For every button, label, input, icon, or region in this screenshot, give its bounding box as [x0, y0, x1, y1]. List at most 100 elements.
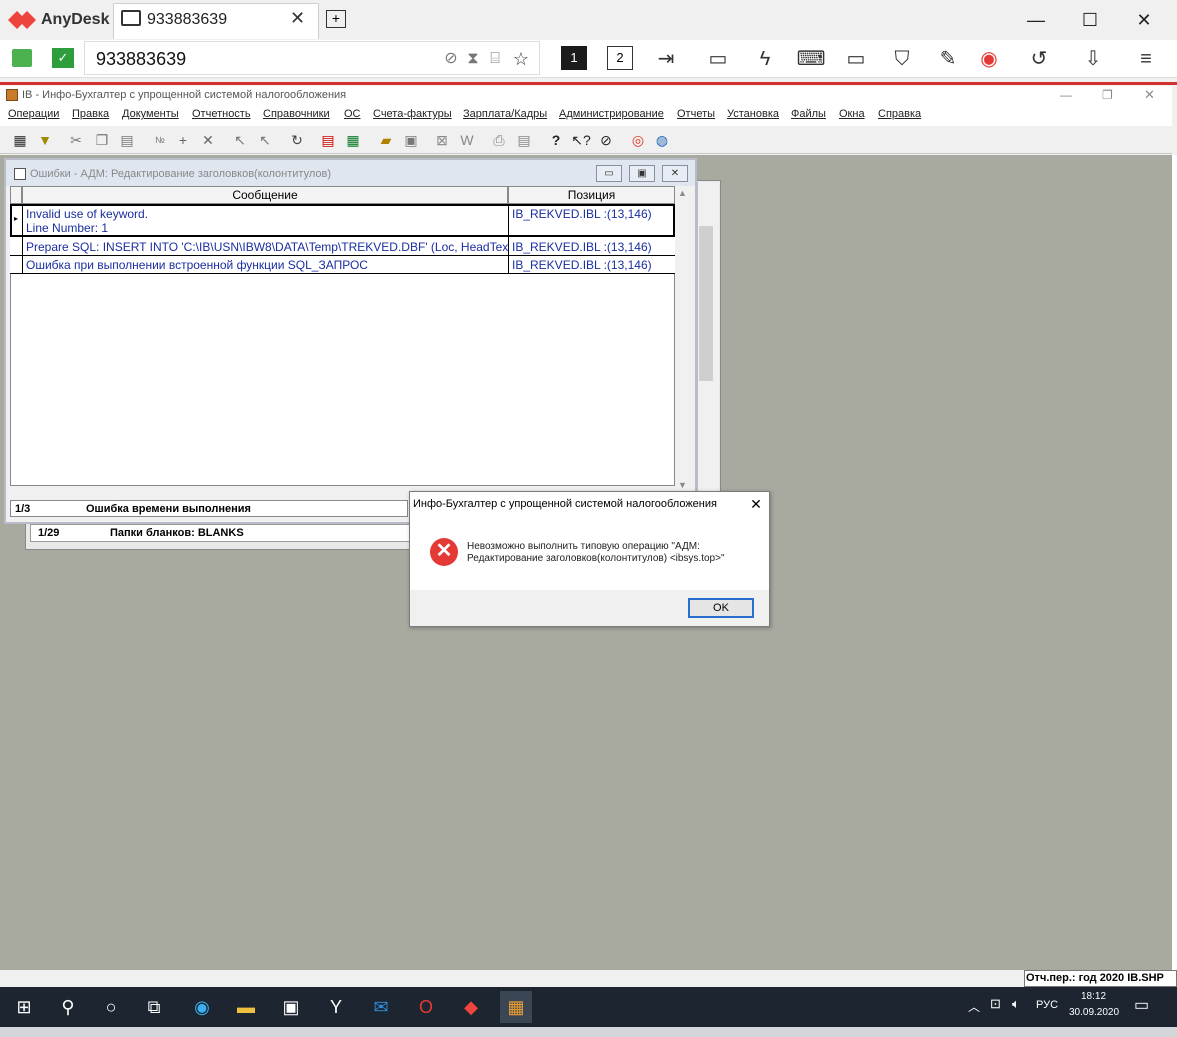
globe-icon[interactable]: ◍ — [652, 130, 672, 150]
menu-reports[interactable]: Отчеты — [677, 108, 715, 120]
errors-minimize-icon[interactable]: ▭ — [596, 165, 622, 182]
grid-divider — [508, 204, 509, 274]
menu-reporting[interactable]: Отчетность — [192, 108, 251, 120]
errors-grid-scrollbar[interactable] — [676, 186, 690, 491]
help-icon[interactable]: ? — [546, 130, 566, 150]
tray-chevron-icon[interactable]: ︿ — [968, 998, 980, 1015]
current-row-icon: ▸ — [14, 214, 19, 223]
action-icon[interactable]: ϟ — [750, 44, 780, 74]
scroll-up-icon[interactable]: ▲ — [678, 188, 687, 198]
errors-window-icon — [14, 168, 26, 180]
period-status: Отч.пер.: год 2020 IB.SHP — [1026, 972, 1164, 984]
pointer-multi-icon[interactable]: ↖ — [255, 130, 275, 150]
task-view-icon[interactable]: ⧉ — [138, 991, 170, 1023]
cortana-icon[interactable]: ○ — [95, 991, 127, 1023]
column-header-position[interactable]: Позиция — [508, 186, 675, 204]
excel-icon[interactable]: ⊠ — [432, 130, 452, 150]
pointer-icon[interactable]: ↖ — [230, 130, 250, 150]
filter-icon[interactable]: ▼ — [35, 130, 55, 150]
errors-maximize-icon[interactable]: ▣ — [629, 165, 655, 182]
permissions-icon[interactable]: ⛉ — [887, 44, 917, 74]
monitor-icon — [121, 10, 141, 26]
history-icon[interactable]: ↺ — [1024, 44, 1054, 74]
clock-date[interactable]: 30.09.2020 — [1069, 1007, 1119, 1018]
ok-button[interactable]: OK — [688, 598, 754, 618]
add-icon[interactable]: + — [173, 130, 193, 150]
menu-invoices[interactable]: Счета-фактуры — [373, 108, 452, 120]
opera-icon[interactable]: O — [410, 991, 442, 1023]
copy-icon[interactable]: ❐ — [92, 130, 112, 150]
menu-windows[interactable]: Окна — [839, 108, 865, 120]
volume-icon[interactable]: 🔈︎ — [1012, 996, 1020, 1012]
yandex-icon[interactable]: Y — [320, 991, 352, 1023]
new-tab-icon[interactable]: + — [326, 10, 346, 28]
menu-fixed-assets[interactable]: ОС — [344, 108, 361, 120]
menu-icon[interactable]: ≡ — [1131, 44, 1161, 74]
errors-count: 1/3 — [15, 503, 31, 515]
notifications-icon[interactable]: ▭ — [1134, 995, 1149, 1015]
search-icon[interactable]: ⚲ — [52, 991, 84, 1023]
ib-minimize-icon[interactable]: — — [1060, 88, 1072, 102]
dialog-close-icon[interactable]: ✕ — [744, 494, 768, 514]
ib-close-icon[interactable]: ✕ — [1144, 87, 1155, 103]
mail-icon[interactable]: ✉ — [365, 991, 397, 1023]
display-icon[interactable]: ▭ — [841, 44, 871, 74]
context-help-icon[interactable]: ↖? — [571, 130, 591, 150]
cut-icon[interactable]: ✂ — [66, 130, 86, 150]
record-icon[interactable]: ◉ — [974, 44, 1004, 74]
menu-directories[interactable]: Справочники — [263, 108, 330, 120]
dialog-message-line2: Редактирование заголовков(колонтитулов) … — [467, 553, 725, 564]
ib-taskbar-icon[interactable]: ▦ — [500, 991, 532, 1023]
ib-restore-icon[interactable]: ❐ — [1102, 88, 1113, 102]
store-icon[interactable]: ▣ — [275, 991, 307, 1023]
edge-icon[interactable]: ◉ — [186, 991, 218, 1023]
number-icon[interactable]: № — [150, 130, 170, 150]
menu-edit[interactable]: Правка — [72, 108, 109, 120]
star-icon[interactable]: ☆ — [506, 44, 536, 74]
menu-operations[interactable]: Операции — [8, 108, 59, 120]
clock-time[interactable]: 18:12 — [1081, 991, 1106, 1002]
menu-documents[interactable]: Документы — [122, 108, 179, 120]
tab-close-icon[interactable]: ✕ — [290, 8, 305, 29]
anydesk-taskbar-icon[interactable]: ◆ — [455, 991, 487, 1023]
open-folder-icon[interactable]: ▰ — [376, 130, 396, 150]
menu-help[interactable]: Справка — [878, 108, 921, 120]
explorer-icon[interactable]: ▬ — [230, 991, 262, 1023]
switch-side-icon[interactable]: ⇥ — [651, 44, 681, 74]
lifebuoy-icon[interactable]: ◎ — [628, 130, 648, 150]
refresh-icon[interactable]: ↻ — [287, 130, 307, 150]
save-icon[interactable]: ▣ — [401, 130, 421, 150]
scroll-down-icon[interactable]: ▼ — [678, 480, 687, 490]
calculator-icon[interactable]: ▦ — [343, 130, 363, 150]
menu-files[interactable]: Файлы — [791, 108, 826, 120]
compass-icon[interactable]: ⊘ — [596, 130, 616, 150]
menu-administration[interactable]: Администрирование — [559, 108, 664, 120]
delete-icon[interactable]: ✕ — [198, 130, 218, 150]
menu-salary[interactable]: Зарплата/Кадры — [463, 108, 547, 120]
monitor-2-button[interactable]: 2 — [607, 46, 633, 70]
blank-folders-label: Папки бланков: BLANKS — [110, 527, 244, 539]
back-window-scroll-thumb[interactable] — [699, 226, 713, 381]
windows-start-icon[interactable]: ⊞ — [8, 991, 40, 1023]
paste-icon[interactable]: ▤ — [117, 130, 137, 150]
errors-close-icon[interactable]: ✕ — [662, 165, 688, 182]
network-icon[interactable]: ⊡ — [990, 996, 1001, 1012]
monitor-1-button[interactable]: 1 — [561, 46, 587, 70]
draw-icon[interactable]: ✎ — [933, 44, 963, 74]
column-header-message[interactable]: Сообщение — [22, 186, 508, 204]
pdf-icon[interactable]: ▤ — [318, 130, 338, 150]
input-language[interactable]: РУС — [1036, 999, 1058, 1011]
close-icon[interactable]: ✕ — [1122, 6, 1166, 34]
grid-divider — [22, 204, 23, 274]
keyboard-icon[interactable]: ⌨ — [796, 44, 826, 74]
row1-message-line2: Line Number: 1 — [26, 221, 109, 235]
preview-icon[interactable]: ▤ — [514, 130, 534, 150]
maximize-icon[interactable]: ☐ — [1068, 6, 1112, 34]
print-icon[interactable]: ⎙ — [489, 130, 509, 150]
word-icon[interactable]: W — [457, 130, 477, 150]
grid-icon[interactable]: ▦ — [10, 130, 30, 150]
chat-icon[interactable]: ▭ — [703, 44, 733, 74]
minimize-icon[interactable]: — — [1014, 6, 1058, 34]
download-icon[interactable]: ⇩ — [1078, 44, 1108, 74]
menu-setup[interactable]: Установка — [727, 108, 779, 120]
